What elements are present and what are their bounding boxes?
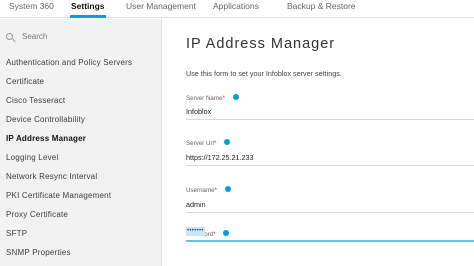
password-field[interactable]: ••••••• [186,227,205,236]
tab-applications[interactable]: Applications [213,1,259,11]
top-navigation: System 360 Settings User Management Appl… [0,0,474,18]
server-url-underline [186,165,474,166]
server-name-label: Server Name* [186,94,239,102]
info-icon[interactable] [223,230,230,237]
server-url-label: Server Url* [186,139,231,147]
sidebar-item-ip-address-manager[interactable]: IP Address Manager [6,134,160,150]
tab-backup-restore[interactable]: Backup & Restore [287,1,356,11]
username-field[interactable]: admin [186,200,206,209]
active-tab-indicator [70,15,106,18]
sidebar-item-network-resync-interval[interactable]: Network Resync Interval [6,172,160,188]
username-label-text: Username [186,187,215,194]
server-name-underline [186,119,474,120]
server-name-label-text: Server Name [186,95,223,102]
sidebar-item-cisco-tesseract[interactable]: Cisco Tesseract [6,96,160,112]
search-input[interactable]: Search [22,32,47,41]
sidebar-item-device-controllability[interactable]: Device Controllability [6,115,160,131]
username-underline [186,212,474,213]
required-mark: * [213,140,217,147]
required-mark: * [213,231,216,238]
username-label: Username* [186,186,231,194]
sidebar-item-pki-certificate-management[interactable]: PKI Certificate Management [6,191,160,207]
tab-user-management[interactable]: User Management [126,1,196,11]
sidebar-item-authentication-and-policy-servers[interactable]: Authentication and Policy Servers [6,58,160,74]
page-title: IP Address Manager [186,36,336,52]
sidebar-item-certificate[interactable]: Certificate [6,77,160,93]
info-icon[interactable] [224,139,231,146]
server-url-label-text: Server Url [186,140,214,147]
tab-system-360[interactable]: System 360 [9,1,54,11]
main-panel: IP Address Manager Use this form to set … [163,19,474,266]
required-mark: * [214,187,217,194]
sidebar-item-logging-level[interactable]: Logging Level [6,153,160,169]
info-icon[interactable] [232,94,239,101]
search-icon [6,33,13,40]
sidebar-search[interactable]: Search [6,29,156,45]
sidebar-item-sftp[interactable]: SFTP [6,229,160,245]
sidebar-item-snmp-properties[interactable]: SNMP Properties [6,248,160,264]
server-url-field[interactable]: https://172.25.21.233 [186,153,254,162]
required-mark: * [222,95,225,102]
sidebar-item-proxy-certificate[interactable]: Proxy Certificate [6,210,160,226]
tab-settings[interactable]: Settings [71,1,105,11]
server-name-field[interactable]: Infoblox [186,107,211,116]
info-icon[interactable] [224,186,231,193]
password-focus-underline [186,240,474,242]
page-description: Use this form to set your Infoblox serve… [186,69,342,78]
